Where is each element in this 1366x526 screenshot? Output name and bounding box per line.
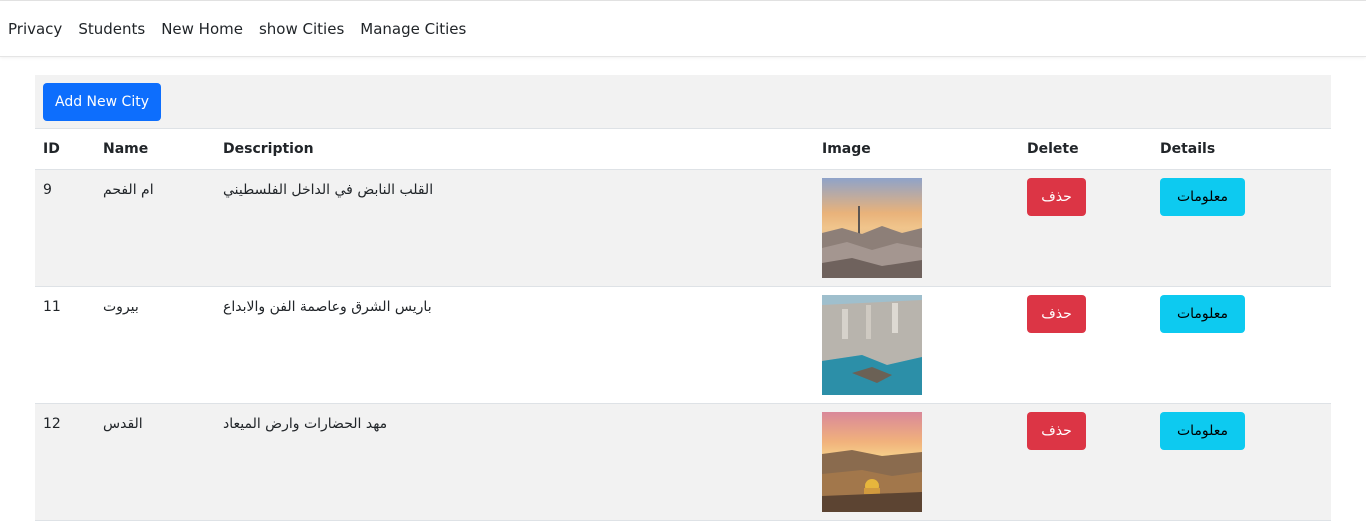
city-name: القدس — [95, 403, 215, 521]
top-navbar: Privacy Students New Home show Cities Ma… — [0, 1, 1366, 57]
column-header-delete: Delete — [1019, 129, 1152, 170]
city-id: 12 — [35, 403, 95, 521]
city-name: بيروت — [95, 286, 215, 404]
nav-link-manage-cities[interactable]: Manage Cities — [360, 19, 466, 39]
delete-cell: حذف — [1019, 403, 1152, 521]
city-image — [822, 411, 922, 512]
table-row: 12 القدس مهد الحضارات وارض الميعاد حذف م… — [35, 403, 1331, 521]
city-image-cell — [814, 286, 1019, 404]
column-header-id: ID — [35, 129, 95, 170]
delete-cell: حذف — [1019, 286, 1152, 404]
city-image-cell — [814, 169, 1019, 287]
city-image-cell — [814, 403, 1019, 521]
nav-link-students[interactable]: Students — [78, 19, 145, 39]
city-name: ام الفحم — [95, 169, 215, 287]
nav-link-privacy[interactable]: Privacy — [8, 19, 62, 39]
cities-panel: Add New City ID Name Description Image D… — [35, 75, 1331, 521]
details-button[interactable]: معلومات — [1160, 294, 1245, 333]
city-description: القلب النابض في الداخل الفلسطيني — [215, 169, 814, 287]
details-button[interactable]: معلومات — [1160, 411, 1245, 450]
nav-link-new-home[interactable]: New Home — [161, 19, 243, 39]
column-header-description: Description — [215, 129, 814, 170]
city-id: 9 — [35, 169, 95, 287]
details-button[interactable]: معلومات — [1160, 177, 1245, 216]
details-cell: معلومات — [1152, 403, 1331, 521]
table-row: 11 بيروت باريس الشرق وعاصمة الفن والابدا… — [35, 286, 1331, 404]
cities-table: ID Name Description Image Delete Details… — [35, 129, 1331, 521]
column-header-details: Details — [1152, 129, 1331, 170]
details-cell: معلومات — [1152, 286, 1331, 404]
city-id: 11 — [35, 286, 95, 404]
delete-button[interactable]: حذف — [1027, 411, 1086, 450]
details-cell: معلومات — [1152, 169, 1331, 287]
city-description: باريس الشرق وعاصمة الفن والابداع — [215, 286, 814, 404]
column-header-name: Name — [95, 129, 215, 170]
delete-button[interactable]: حذف — [1027, 177, 1086, 216]
table-row: 9 ام الفحم القلب النابض في الداخل الفلسط… — [35, 169, 1331, 287]
cities-toolbar: Add New City — [35, 75, 1331, 129]
delete-cell: حذف — [1019, 169, 1152, 287]
column-header-image: Image — [814, 129, 1019, 170]
nav-link-show-cities[interactable]: show Cities — [259, 19, 344, 39]
city-image — [822, 294, 922, 395]
city-description: مهد الحضارات وارض الميعاد — [215, 403, 814, 521]
add-new-city-button[interactable]: Add New City — [43, 83, 161, 121]
city-image — [822, 177, 922, 278]
delete-button[interactable]: حذف — [1027, 294, 1086, 333]
table-header-row: ID Name Description Image Delete Details — [35, 129, 1331, 170]
